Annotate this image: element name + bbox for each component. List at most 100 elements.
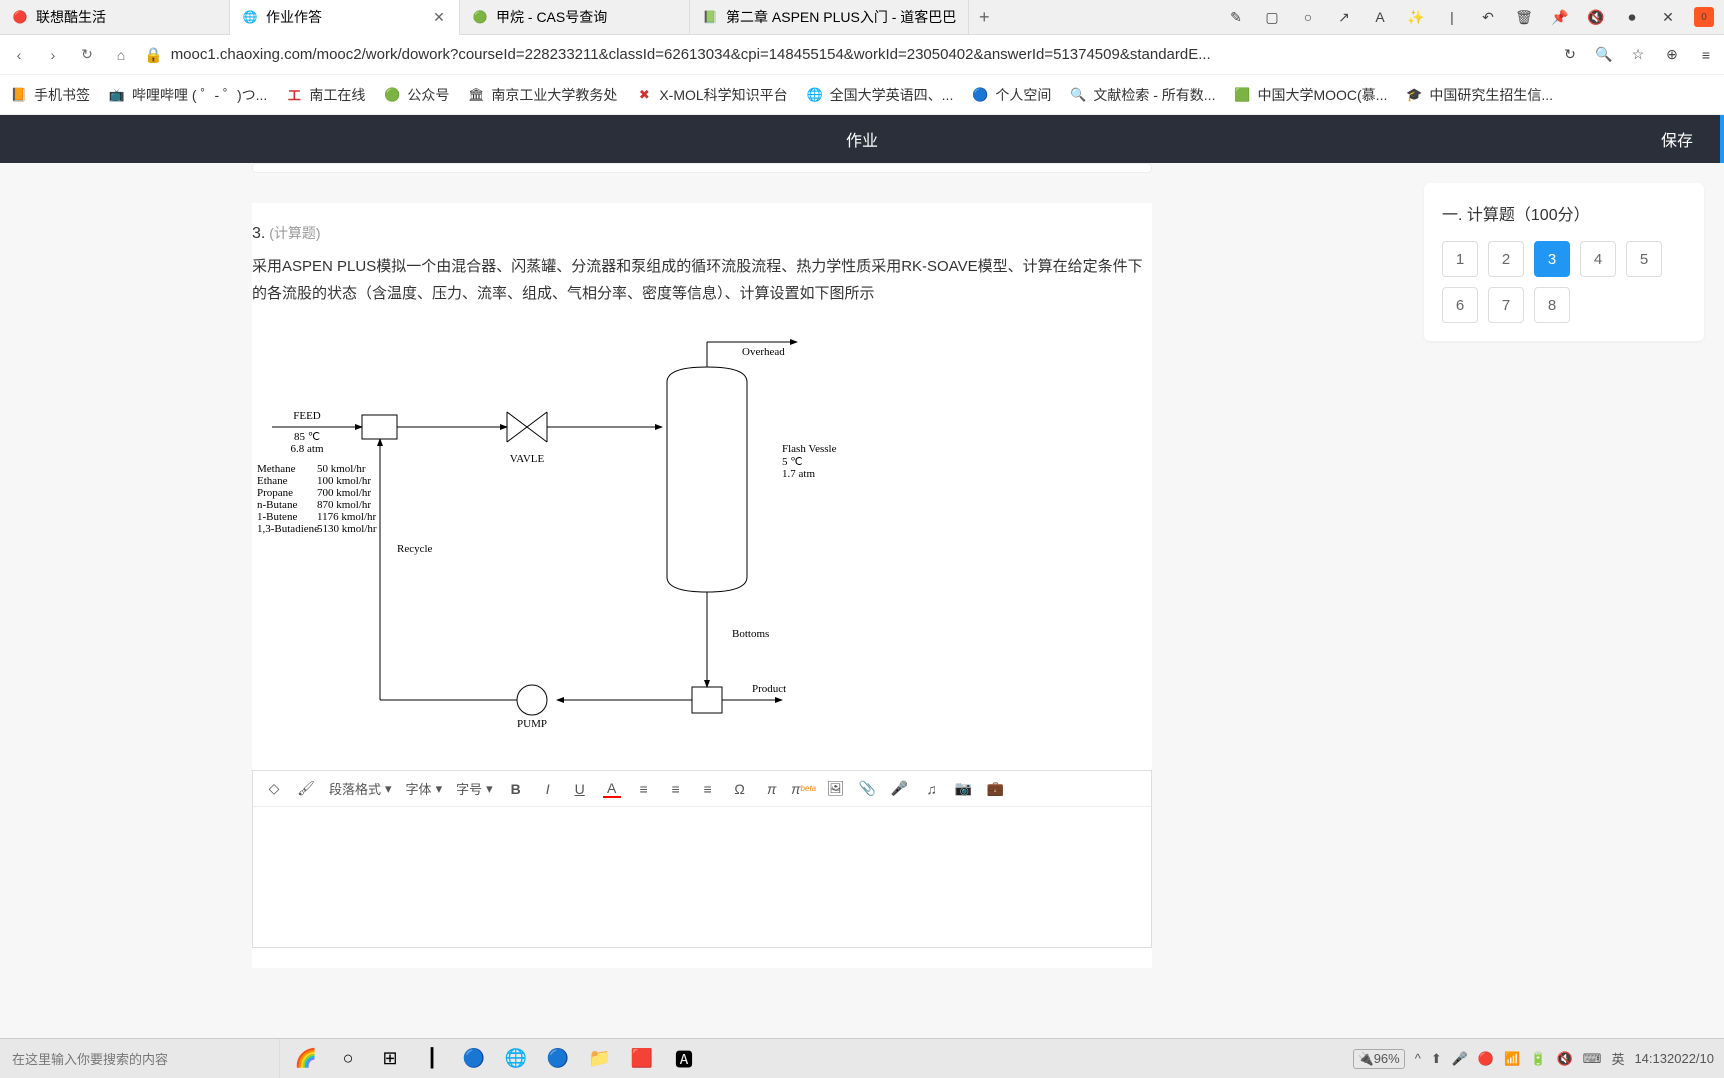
size-select[interactable]: 字号 ▾: [456, 779, 493, 798]
forward-button[interactable]: ›: [42, 44, 64, 66]
font-color-button[interactable]: A: [603, 780, 621, 798]
cortana-icon[interactable]: ○: [330, 1041, 366, 1077]
trash-icon[interactable]: 🗑: [1514, 7, 1534, 27]
tray-icon-2[interactable]: 🎤: [1452, 1051, 1468, 1067]
undo-icon[interactable]: ↶: [1478, 7, 1498, 27]
qnum-2[interactable]: 2: [1488, 241, 1524, 277]
format-select[interactable]: 段落格式 ▾: [329, 779, 392, 798]
svg-text:1176 kmol/hr: 1176 kmol/hr: [317, 511, 377, 523]
tab-2[interactable]: 🟢甲烷 - CAS号查询: [460, 0, 690, 35]
image-icon[interactable]: 🖼: [827, 780, 845, 798]
ie-icon[interactable]: 🔵: [540, 1041, 576, 1077]
back-button[interactable]: ‹: [8, 44, 30, 66]
bookmark-1[interactable]: 📺哔哩哔哩 ( ゜- ゜)つ...: [108, 85, 267, 105]
align-left-icon[interactable]: ≡: [635, 780, 653, 798]
weather-icon[interactable]: 🌈: [288, 1041, 324, 1077]
save-button[interactable]: 保存: [1634, 115, 1724, 163]
bookmark-3[interactable]: 🟢公众号: [383, 85, 449, 105]
qnum-1[interactable]: 1: [1442, 241, 1478, 277]
magic-icon[interactable]: ✨: [1406, 7, 1426, 27]
bookmark-2[interactable]: 工南工在线: [285, 85, 365, 105]
bookmark-7[interactable]: 🔵个人空间: [971, 85, 1051, 105]
svg-text:Overhead: Overhead: [742, 346, 785, 358]
qnum-7[interactable]: 7: [1488, 287, 1524, 323]
tab-3[interactable]: 📗第二章 ASPEN PLUS入门 - 道客巴巴: [690, 0, 969, 35]
italic-button[interactable]: I: [539, 780, 557, 798]
tray-up-icon[interactable]: ^: [1415, 1051, 1421, 1066]
text-icon[interactable]: A: [1370, 7, 1390, 27]
mic-icon[interactable]: 🎤: [891, 780, 909, 798]
star-icon[interactable]: ☆: [1628, 45, 1648, 65]
record-icon[interactable]: ⏺: [1622, 7, 1642, 27]
qnum-6[interactable]: 6: [1442, 287, 1478, 323]
align-right-icon[interactable]: ≡: [699, 780, 717, 798]
clock[interactable]: 14:132022/10: [1634, 1051, 1714, 1066]
pin-icon[interactable]: 📌: [1550, 7, 1570, 27]
font-select[interactable]: 字体 ▾: [406, 779, 443, 798]
bookmark-4[interactable]: 🏛南京工业大学教务处: [467, 85, 617, 105]
taskbar-search[interactable]: 在这里输入你要搜索的内容: [0, 1039, 280, 1078]
search-icon[interactable]: 🔍: [1594, 45, 1614, 65]
svg-text:n-Butane: n-Butane: [257, 499, 297, 511]
close-tool-icon[interactable]: ✕: [1658, 7, 1678, 27]
bookmark-label-9: 中国大学MOOC(慕...: [1257, 85, 1387, 105]
bookmark-5[interactable]: ✖X-MOL科学知识平台: [635, 85, 787, 105]
attach-icon[interactable]: 📎: [859, 780, 877, 798]
home-button[interactable]: ⌂: [110, 44, 132, 66]
qnum-8[interactable]: 8: [1534, 287, 1570, 323]
counter-badge[interactable]: 0: [1694, 7, 1714, 27]
tab-0[interactable]: 🔴联想酷生活: [0, 0, 230, 35]
brush-icon[interactable]: 🖌: [297, 780, 315, 798]
refresh-icon[interactable]: ↻: [1560, 45, 1580, 65]
reload-button[interactable]: ↻: [76, 44, 98, 66]
eraser-icon[interactable]: ◇: [265, 780, 283, 798]
battery-icon[interactable]: 🔌 96%: [1353, 1049, 1405, 1069]
arrow-icon[interactable]: ↗: [1334, 7, 1354, 27]
extension-icon[interactable]: ⊕: [1662, 45, 1682, 65]
app-1-icon[interactable]: 🔵: [456, 1041, 492, 1077]
pi-icon[interactable]: π: [763, 780, 781, 798]
bold-button[interactable]: B: [507, 780, 525, 798]
bookmark-9[interactable]: 🟩中国大学MOOC(慕...: [1233, 85, 1387, 105]
bookmark-icon-2: 工: [285, 86, 303, 104]
app-6-icon[interactable]: 🅰: [666, 1041, 702, 1077]
close-icon[interactable]: ✕: [431, 9, 447, 25]
pencil-icon[interactable]: ✎: [1226, 7, 1246, 27]
explorer-icon[interactable]: 📁: [582, 1041, 618, 1077]
menu-icon[interactable]: ≡: [1696, 45, 1716, 65]
bag-icon[interactable]: 💼: [987, 780, 1005, 798]
ime-indicator[interactable]: 英: [1611, 1049, 1624, 1068]
app-5-icon[interactable]: 🟥: [624, 1041, 660, 1077]
keyboard-icon[interactable]: ⌨: [1583, 1051, 1602, 1067]
pi-beta-icon[interactable]: πbeta: [795, 780, 813, 798]
bookmark-8[interactable]: 🔍文献检索 - 所有数...: [1069, 85, 1215, 105]
mute-icon[interactable]: 🔇: [1586, 7, 1606, 27]
main-column[interactable]: 3. (计算题) 采用ASPEN PLUS模拟一个由混合器、闪蒸罐、分流器和泵组…: [0, 163, 1404, 1038]
url-input[interactable]: 🔒 mooc1.chaoxing.com/mooc2/work/dowork?c…: [144, 46, 1548, 64]
omega-icon[interactable]: Ω: [731, 780, 749, 798]
tab-1[interactable]: 🌐作业作答✕: [230, 0, 460, 35]
circle-icon[interactable]: ○: [1298, 7, 1318, 27]
tray-icon-3[interactable]: 🔴: [1478, 1051, 1494, 1067]
battery-tray-icon[interactable]: 🔋: [1530, 1051, 1546, 1067]
qnum-3[interactable]: 3: [1534, 241, 1570, 277]
svg-text:Bottoms: Bottoms: [732, 628, 769, 640]
volume-icon[interactable]: 🔇: [1556, 1051, 1572, 1067]
taskview-icon[interactable]: ⊞: [372, 1041, 408, 1077]
underline-button[interactable]: U: [571, 780, 589, 798]
square-icon[interactable]: ▢: [1262, 7, 1282, 27]
align-center-icon[interactable]: ≡: [667, 780, 685, 798]
qnum-4[interactable]: 4: [1580, 241, 1616, 277]
qnum-5[interactable]: 5: [1626, 241, 1662, 277]
tray-icon-1[interactable]: ⬆: [1431, 1051, 1442, 1067]
flow-diagram: FEED 85 ℃ 6.8 atm VAVLE Flash Vessle 5 ℃…: [252, 327, 952, 747]
edge-icon[interactable]: 🌐: [498, 1041, 534, 1077]
camera-icon[interactable]: 📷: [955, 780, 973, 798]
music-icon[interactable]: ♫: [923, 780, 941, 798]
bookmark-10[interactable]: 🎓中国研究生招生信...: [1405, 85, 1553, 105]
bookmark-0[interactable]: 📙手机书签: [10, 85, 90, 105]
editor-textarea[interactable]: [253, 807, 1151, 947]
wifi-icon[interactable]: 📶: [1504, 1051, 1520, 1067]
bookmark-6[interactable]: 🌐全国大学英语四、...: [806, 85, 954, 105]
new-tab-button[interactable]: +: [969, 7, 999, 28]
